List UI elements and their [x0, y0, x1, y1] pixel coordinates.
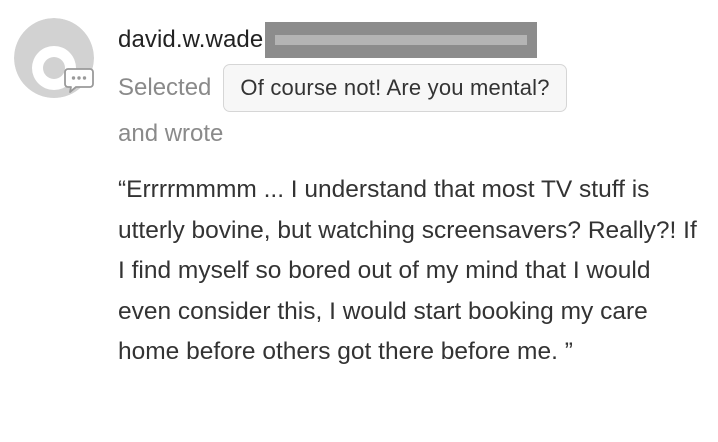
comment-quote: “Errrrmmmm ... I understand that most TV…	[118, 176, 697, 365]
selected-answer-pill: Of course not! Are you mental?	[223, 64, 567, 112]
comment-bubble-icon	[62, 62, 96, 96]
username-link[interactable]: david.w.wade	[118, 26, 263, 54]
selected-label: Selected	[118, 74, 212, 101]
comment-header: david.w.wade	[118, 22, 538, 58]
selected-answer-row: Selected Of course not! Are you mental?	[118, 62, 567, 114]
wrote-label: and wrote	[118, 120, 224, 147]
redacted-block	[265, 22, 538, 58]
